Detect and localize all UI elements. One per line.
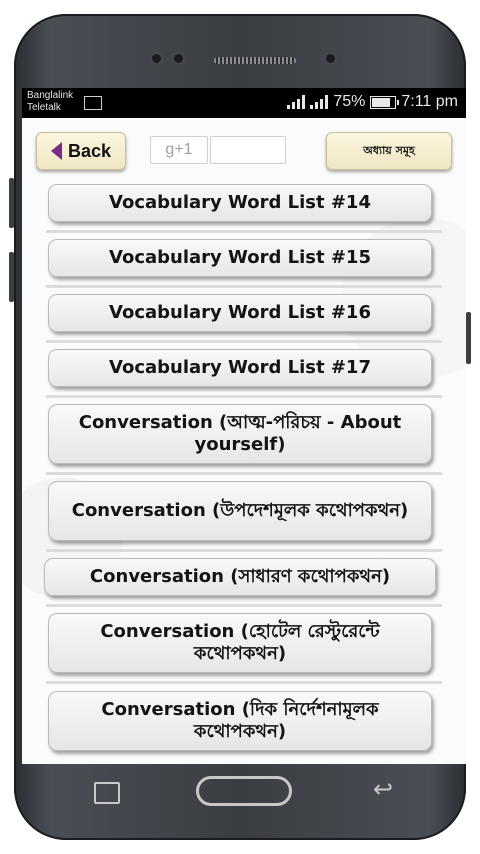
status-bar: Banglalink Teletalk 75% 7:11 pm: [22, 88, 466, 118]
top-toolbar: Back g+1 অধ্যায় সমূহ: [22, 118, 466, 180]
home-icon[interactable]: [196, 776, 292, 806]
list-item[interactable]: Conversation (দিক নির্দেশনামূলক কথোপকথন): [48, 691, 432, 751]
back-triangle-icon: [50, 142, 62, 160]
signal-2-icon: [310, 95, 329, 109]
divider: [46, 230, 442, 233]
battery-icon: [370, 95, 400, 109]
divider: [46, 285, 442, 288]
list-item[interactable]: Conversation (হোটেল রেস্টুরেন্টে কথোপকথন…: [48, 613, 432, 673]
power-button: [466, 312, 471, 364]
list-item[interactable]: Conversation (সাধারণ কথোপকথন): [44, 558, 436, 596]
front-sensor: [174, 54, 183, 63]
google-plus-one-button[interactable]: g+1: [150, 136, 208, 164]
divider: [46, 472, 442, 475]
list-item[interactable]: Conversation (উপদেশমূলক কথোপকথন): [48, 481, 432, 541]
volume-up-button: [9, 178, 14, 228]
content-area: Back g+1 অধ্যায় সমূহ Vocabulary Word Li…: [22, 118, 466, 764]
carrier-1: Banglalink: [27, 90, 74, 101]
image-notification-icon: [84, 96, 102, 110]
divider: [46, 340, 442, 343]
return-arrow-icon[interactable]: ↩: [368, 776, 398, 802]
battery-percent: 75%: [333, 93, 366, 110]
screen: Banglalink Teletalk 75% 7:11 pm Back g+1…: [22, 88, 466, 764]
speaker-grille: [214, 57, 296, 64]
volume-down-button: [9, 252, 14, 302]
divider: [46, 395, 442, 398]
list-item[interactable]: Vocabulary Word List #17: [48, 349, 432, 387]
divider: [46, 549, 442, 552]
back-label: Back: [67, 140, 112, 161]
recent-apps-icon[interactable]: [94, 782, 120, 804]
clock: 7:11 pm: [401, 93, 458, 110]
proximity-sensor: [326, 54, 335, 63]
carrier-2: Teletalk: [27, 102, 61, 113]
front-camera: [152, 54, 161, 63]
signal-icon: [287, 95, 306, 109]
google-plus-count: [210, 136, 286, 164]
list-item[interactable]: Conversation (আত্ম-পরিচয় - About yourse…: [48, 404, 432, 464]
chapters-button[interactable]: অধ্যায় সমূহ: [326, 132, 452, 170]
list-item[interactable]: Vocabulary Word List #15: [48, 239, 432, 277]
status-right: 75% 7:11 pm: [287, 93, 458, 111]
back-button[interactable]: Back: [36, 132, 126, 170]
list-item[interactable]: Vocabulary Word List #14: [48, 184, 432, 222]
divider: [46, 604, 442, 607]
list-item[interactable]: Vocabulary Word List #16: [48, 294, 432, 332]
hardware-nav-bar: ↩: [22, 764, 466, 820]
divider: [46, 681, 442, 684]
